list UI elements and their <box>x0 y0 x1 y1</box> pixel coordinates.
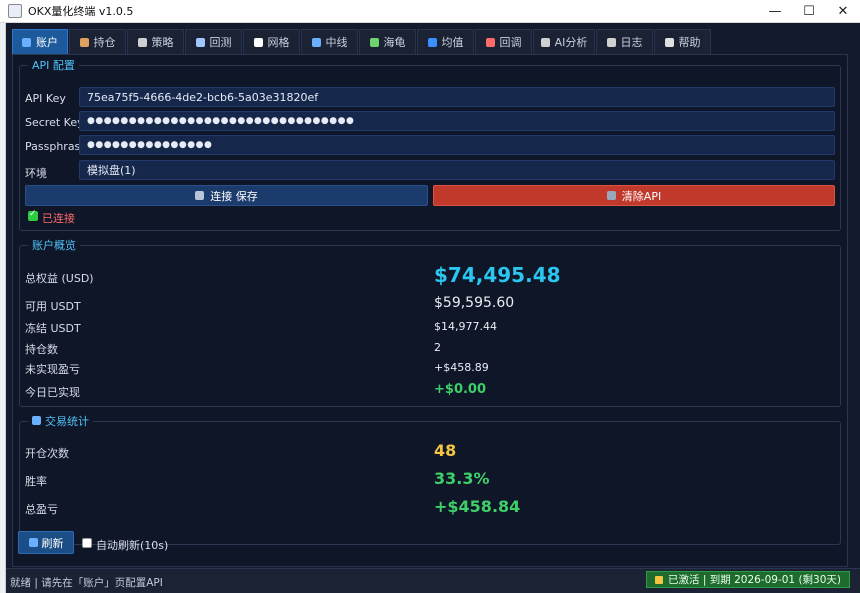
tab-positions[interactable]: 持仓 <box>69 29 126 54</box>
package-icon <box>79 37 89 47</box>
position-count-label: 持仓数 <box>25 343 58 356</box>
tab-label: 均值 <box>441 36 464 49</box>
memo-icon <box>606 37 616 47</box>
secret-key-input[interactable]: ●●●●●●●●●●●●●●●●●●●●●●●●●●●●●●●● <box>79 111 835 131</box>
tab-grid[interactable]: 网格 <box>243 29 300 54</box>
environment-select[interactable]: 模拟盘(1) <box>79 160 835 180</box>
unrealized-pnl-value: +$458.89 <box>434 361 489 374</box>
book-icon <box>664 37 674 47</box>
unrealized-pnl-label: 未实现盈亏 <box>25 363 80 376</box>
connected-check-icon <box>28 209 38 221</box>
api-key-input[interactable]: 75ea75f5-4666-4de2-bcb6-5a03e31820ef <box>79 87 835 107</box>
environment-label: 环境 <box>25 167 47 180</box>
close-button[interactable]: ✕ <box>826 0 860 23</box>
tab-turtle[interactable]: 海龟 <box>359 29 416 54</box>
win-rate-label: 胜率 <box>25 475 47 488</box>
passphrase-input[interactable]: ●●●●●●●●●●●●●●● <box>79 135 835 155</box>
position-count-value: 2 <box>434 341 441 354</box>
chart-icon <box>311 37 321 47</box>
trade-stats-group: 交易统计 <box>19 413 841 545</box>
available-usdt-value: $59,595.60 <box>434 295 515 311</box>
robot-icon <box>540 37 550 47</box>
maximize-button[interactable]: ☐ <box>792 0 826 23</box>
license-text: 已激活 | 到期 2026-09-01 (剩30天) <box>668 574 841 586</box>
tab-bar: 账户 持仓 策略 回测 网格 中线 海龟 均值 回调 AI分析 日志 帮助 <box>12 29 712 54</box>
secret-key-label: Secret Key <box>25 116 84 129</box>
tab-midline[interactable]: 中线 <box>301 29 358 54</box>
grid-icon <box>253 37 263 47</box>
total-equity-value: $74,495.48 <box>434 263 561 287</box>
tab-ai-analysis[interactable]: AI分析 <box>533 29 595 54</box>
tab-label: 海龟 <box>383 36 406 49</box>
tab-account[interactable]: 账户 <box>12 29 68 54</box>
tab-label: 中线 <box>325 36 348 49</box>
account-overview-legend: 账户概览 <box>32 239 76 252</box>
clear-api-label: 清除API <box>621 189 662 203</box>
total-equity-label: 总权益 (USD) <box>25 272 94 285</box>
tab-label: 帮助 <box>678 36 701 49</box>
chart-icon <box>32 416 41 425</box>
realized-today-value: +$0.00 <box>434 382 487 397</box>
connect-save-button[interactable]: 连接 保存 <box>25 185 428 206</box>
tab-label: 回测 <box>209 36 232 49</box>
win-rate-value: 33.3% <box>434 469 490 488</box>
status-text: 就绪 | 请先在「账户」页配置API <box>10 577 163 589</box>
account-overview-group: 账户概览 <box>19 237 841 407</box>
tab-mean[interactable]: 均值 <box>417 29 474 54</box>
tab-label: 持仓 <box>93 36 116 49</box>
tab-strategy[interactable]: 策略 <box>127 29 184 54</box>
window-controls: — ☐ ✕ <box>758 0 860 23</box>
account-page: API 配置 API Key 75ea75f5-4666-4de2-bcb6-5… <box>12 54 848 567</box>
open-count-value: 48 <box>434 441 457 460</box>
tab-backtest[interactable]: 回测 <box>185 29 242 54</box>
trade-stats-legend-wrap: 交易统计 <box>28 413 93 429</box>
tab-label: 网格 <box>267 36 290 49</box>
tab-label: AI分析 <box>554 36 588 49</box>
refresh-button[interactable]: 刷新 <box>18 531 74 554</box>
auto-refresh-label: 自动刷新(10s) <box>96 539 169 552</box>
shield-icon <box>137 37 147 47</box>
refresh-label: 刷新 <box>41 536 64 550</box>
connection-status: 已连接 <box>42 212 75 225</box>
tab-label: 策略 <box>151 36 174 49</box>
frozen-usdt-value: $14,977.44 <box>434 320 497 333</box>
target-icon <box>485 37 495 47</box>
minimize-button[interactable]: — <box>758 0 792 23</box>
window-title: OKX量化终端 v1.0.5 <box>28 5 134 18</box>
auto-refresh-checkbox[interactable] <box>82 538 92 548</box>
chart-icon <box>22 37 31 47</box>
title-bar: OKX量化终端 v1.0.5 — ☐ ✕ <box>0 0 860 23</box>
tab-label: 账户 <box>36 36 58 49</box>
total-pnl-value: +$458.84 <box>434 497 521 516</box>
turtle-icon <box>369 37 379 47</box>
clear-api-button[interactable]: 清除API <box>433 185 835 206</box>
api-key-label: API Key <box>25 92 66 105</box>
api-config-legend: API 配置 <box>32 59 75 72</box>
frozen-usdt-label: 冻结 USDT <box>25 322 81 335</box>
trash-icon <box>606 191 616 200</box>
realized-today-label: 今日已实现 <box>25 386 80 399</box>
tab-label: 日志 <box>620 36 643 49</box>
license-badge: 已激活 | 到期 2026-09-01 (剩30天) <box>646 571 850 588</box>
tab-pullback[interactable]: 回调 <box>475 29 532 54</box>
trade-stats-legend: 交易统计 <box>45 415 89 428</box>
flask-icon <box>195 37 205 47</box>
passphrase-label: Passphrase <box>25 140 88 153</box>
lock-icon <box>655 575 664 584</box>
connect-save-label: 连接 保存 <box>210 189 258 203</box>
tab-label: 回调 <box>499 36 522 49</box>
status-bar: 就绪 | 请先在「账户」页配置API 已激活 | 到期 2026-09-01 (… <box>6 568 860 593</box>
app-body: 账户 持仓 策略 回测 网格 中线 海龟 均值 回调 AI分析 日志 帮助 AP… <box>6 23 860 593</box>
app-icon <box>8 4 22 18</box>
tab-log[interactable]: 日志 <box>596 29 653 54</box>
equals-icon <box>427 37 437 47</box>
tab-help[interactable]: 帮助 <box>654 29 711 54</box>
open-count-label: 开仓次数 <box>25 447 69 460</box>
available-usdt-label: 可用 USDT <box>25 300 81 313</box>
total-pnl-label: 总盈亏 <box>25 503 58 516</box>
link-icon <box>195 191 205 200</box>
refresh-icon <box>28 538 38 547</box>
